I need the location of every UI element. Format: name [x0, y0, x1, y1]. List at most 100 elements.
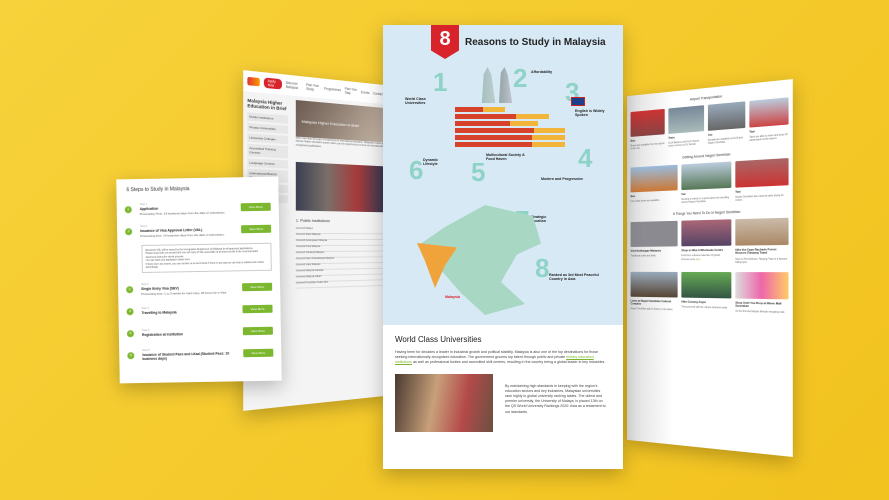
- sidebar-item[interactable]: Language Centres: [247, 158, 288, 168]
- view-more-button[interactable]: View More: [243, 327, 273, 336]
- reason-label: Modern and Progressive: [541, 177, 583, 181]
- card: Bus Buses are available from the airport …: [631, 109, 665, 151]
- card: Bus Inter-state buses are available.: [631, 164, 678, 206]
- card-text: Traditional crafts and batik.: [631, 255, 657, 258]
- card-text: KLIA Ekspres and KLIA Transit trains con…: [668, 140, 699, 148]
- card: Train KLIA Ekspres and KLIA Transit train…: [668, 105, 704, 148]
- living-cost-segment: [483, 107, 505, 112]
- text: as well as professional bodies and accre…: [412, 360, 605, 364]
- step-number: 5: [127, 330, 134, 337]
- infographic-title: Reasons to Study in Malaysia: [465, 37, 606, 48]
- step-title: Registration at Institution: [142, 331, 243, 337]
- step-desc: Processing Time: 14 business days from t…: [140, 210, 225, 215]
- rankings-paragraph: By maintaining high standards in keeping…: [501, 374, 611, 432]
- reason-number: 6: [409, 155, 423, 186]
- taxi-photo: [749, 97, 788, 127]
- step-4: 4 Step 4 Travelling to Malaysia View More: [126, 301, 272, 320]
- students-photo: [296, 162, 386, 212]
- card-title: Hike Gunung Angsi: [681, 301, 731, 305]
- train-photo: [668, 105, 704, 134]
- sidebar-title: Malaysia Higher Education in Brief: [247, 98, 288, 112]
- note-item: If there were any issues, you can contac…: [146, 260, 268, 269]
- taxi-photo: [735, 158, 788, 188]
- sidebar-item[interactable]: Public Institutions: [247, 112, 288, 123]
- tuition-segment: [455, 142, 532, 147]
- things-grid-1: Visit Kraftangan Malaysia Traditional cra…: [627, 218, 793, 264]
- card-text: Rentals are available at KLIA and Negeri…: [708, 136, 743, 145]
- sidebar-item[interactable]: Accredited Training Centres: [247, 144, 288, 159]
- living-cost-segment: [510, 121, 538, 126]
- tuition-segment: [455, 135, 532, 140]
- card: Learn at Negeri Sembilan Cultural Comple…: [631, 272, 678, 312]
- sidebar-item[interactable]: Private Universities: [247, 123, 288, 134]
- cost-bar: [455, 128, 565, 133]
- step-title: Travelling to Malaysia: [142, 309, 243, 315]
- card-title: Shop Until You Drop at Mines Mall Seremb…: [735, 302, 788, 310]
- sidebar-item[interactable]: University Colleges: [247, 133, 288, 144]
- bus-photo: [631, 109, 665, 137]
- step-number: 1: [125, 206, 132, 213]
- map-label: Malaysia: [445, 295, 460, 299]
- card-title: Hike the Cape Rachado Forest Reserve (Ta…: [735, 248, 788, 255]
- tuition-segment: [455, 128, 534, 133]
- view-more-button[interactable]: View More: [241, 225, 271, 234]
- card-title: 6 Steps to Study in Malaysia: [126, 185, 268, 193]
- nav-item[interactable]: Programmes: [324, 87, 341, 93]
- nav-item[interactable]: Plan Your Study: [306, 83, 320, 92]
- cost-bar: [455, 107, 565, 112]
- students-photo: [395, 374, 493, 432]
- step-5: 5 Step 5 Registration at Institution View M…: [127, 323, 273, 342]
- photo: [735, 218, 788, 246]
- number-badge: 8: [431, 25, 459, 59]
- view-more-button[interactable]: View More: [243, 349, 273, 358]
- card: Car Renting a vehicle is a good option fo…: [681, 161, 731, 204]
- step-2: 2 Step 2 Issuance of Visa Approval Letter …: [125, 221, 271, 240]
- nav-item[interactable]: Discover Malaysia: [286, 81, 303, 91]
- view-more-button[interactable]: View More: [242, 283, 272, 292]
- photo: [681, 220, 731, 247]
- step-number: 4: [126, 308, 133, 315]
- tuition-segment: [455, 114, 516, 119]
- bus-photo: [631, 164, 678, 192]
- uk-flag-icon: [571, 97, 585, 106]
- card-text: Treat yourself with the vibrant rainfore…: [681, 306, 727, 310]
- view-more-button[interactable]: View More: [242, 305, 272, 314]
- cost-bar: [455, 114, 565, 119]
- reason-number: 2: [513, 63, 527, 94]
- cost-bar: [455, 142, 565, 147]
- cost-comparison-bars: [455, 107, 565, 149]
- reason-number: 8: [535, 253, 549, 284]
- site-logo[interactable]: [247, 77, 259, 87]
- nav-item[interactable]: Contact: [373, 92, 383, 97]
- reasons-page: 8 Reasons to Study in Malaysia 1 World C…: [383, 25, 623, 469]
- road-photo: [681, 161, 731, 190]
- steps-card: 6 Steps to Study in Malaysia 1 Step 1 Appl…: [116, 177, 282, 384]
- step-number: 2: [125, 228, 132, 235]
- apply-now-button[interactable]: Apply Now: [264, 77, 282, 89]
- living-cost-segment: [532, 142, 565, 147]
- card-title: Learn at Negeri Sembilan Cultural Comple…: [631, 300, 678, 307]
- hero-banner: Malaysia Higher Education in Brief: [296, 100, 386, 143]
- petronas-towers-illustration: [478, 67, 516, 103]
- reason-label: English is Widely Spoken: [575, 109, 605, 118]
- card-text: Negeri Sembilan has metered taxis plying…: [735, 194, 783, 202]
- card: Shop Until You Drop at Mines Mall Seremb…: [735, 272, 788, 315]
- reason-label: World Class Universities: [405, 97, 441, 106]
- card: Shop in Nilai 3 Wholesale Centre Find fro…: [681, 220, 731, 265]
- living-cost-segment: [516, 114, 549, 119]
- table-row: Universiti Pendidikan Sultan Idris: [296, 280, 386, 289]
- negeri-sembilan-page: Airport Transportation Bus Buses are avai…: [627, 79, 793, 457]
- card-text: Near to Port Dickson, Tanjung Tuan is a …: [735, 257, 787, 264]
- photo: [735, 272, 788, 299]
- reason-label: Dynamic Lifestyle: [423, 158, 448, 167]
- nav-item[interactable]: Events: [361, 90, 370, 95]
- here-link[interactable]: here: [696, 258, 701, 261]
- card-title: Visit Kraftangan Malaysia: [631, 250, 678, 254]
- card-title: Bus: [631, 193, 678, 198]
- reason-number: 1: [433, 67, 447, 98]
- step-6: 6 Step 6 Issuance of Student Pass and i-Ka…: [127, 345, 273, 364]
- article-heading: World Class Universities: [395, 335, 611, 344]
- card: Visit Kraftangan Malaysia Traditional cra…: [631, 221, 678, 264]
- nav-item[interactable]: Plan Your Stay: [345, 87, 357, 96]
- view-more-button[interactable]: View More: [241, 203, 271, 212]
